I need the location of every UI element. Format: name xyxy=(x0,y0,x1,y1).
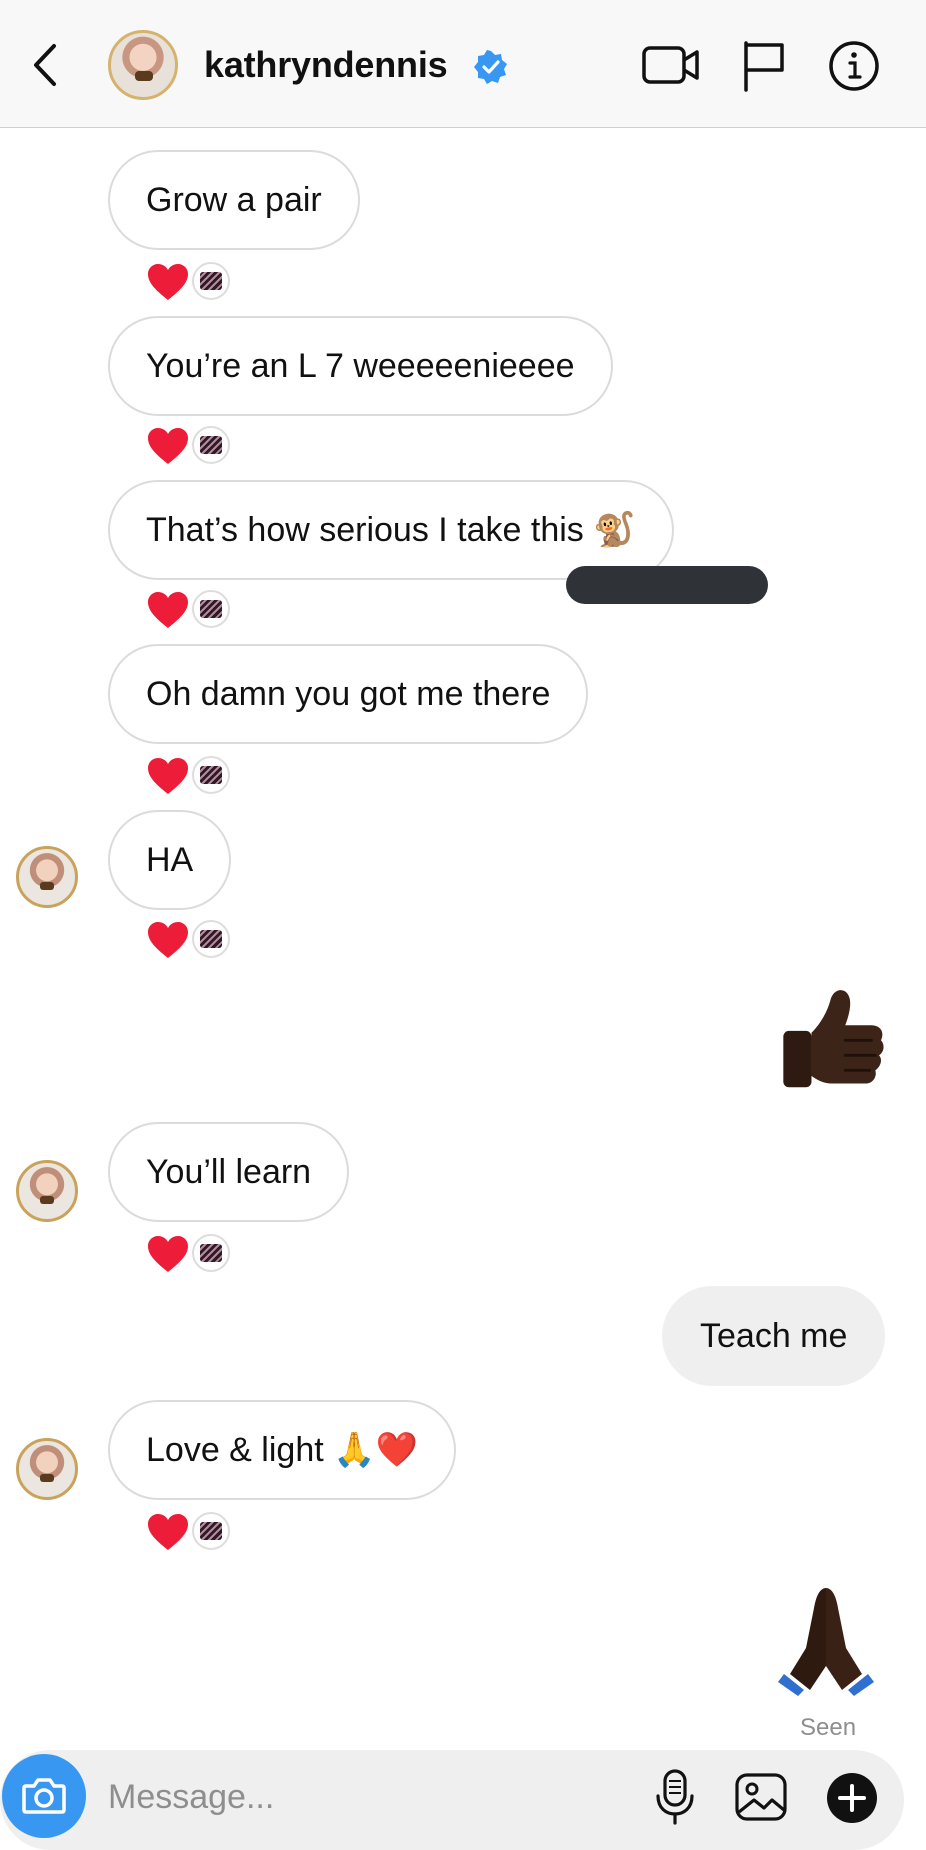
message-bubble[interactable]: HA xyxy=(108,810,232,910)
message-bubble[interactable]: Grow a pair xyxy=(108,150,360,250)
verified-badge-icon xyxy=(474,50,507,84)
reactor-avatar xyxy=(192,920,230,958)
back-chevron-icon[interactable] xyxy=(26,40,66,90)
plus-icon[interactable] xyxy=(826,1772,878,1824)
reactor-avatar xyxy=(192,1512,230,1550)
info-icon[interactable] xyxy=(828,40,880,92)
redaction-bar xyxy=(566,566,768,604)
gallery-icon[interactable] xyxy=(734,1772,788,1822)
reactor-avatar xyxy=(192,426,230,464)
sender-avatar[interactable] xyxy=(16,846,78,908)
chat-username[interactable]: kathryndennis xyxy=(204,44,448,86)
heart-reaction-icon xyxy=(148,264,188,300)
profile-avatar[interactable] xyxy=(108,30,178,100)
heart-reaction-icon xyxy=(148,428,188,464)
heart-reaction-icon xyxy=(148,1236,188,1272)
message-bubble[interactable]: That’s how serious I take this 🐒 xyxy=(108,480,674,580)
reactor-avatar xyxy=(192,590,230,628)
message-composer xyxy=(0,1750,904,1850)
sender-avatar[interactable] xyxy=(16,1160,78,1222)
microphone-icon[interactable] xyxy=(654,1768,696,1826)
heart-reaction-icon xyxy=(148,758,188,794)
sender-avatar[interactable] xyxy=(16,1438,78,1500)
flag-icon[interactable] xyxy=(740,40,788,92)
message-bubble[interactable]: You’re an L 7 weeeeenieeee xyxy=(108,316,613,416)
message-bubble[interactable]: You’ll learn xyxy=(108,1122,350,1222)
heart-reaction-icon xyxy=(148,592,188,628)
reactor-avatar xyxy=(192,262,230,300)
reactor-avatar xyxy=(192,1234,230,1272)
heart-reaction-icon xyxy=(148,1514,188,1550)
heart-reaction-icon xyxy=(148,922,188,958)
message-bubble[interactable]: Love & light 🙏❤️ xyxy=(108,1400,456,1500)
video-call-icon[interactable] xyxy=(642,44,700,86)
message-input[interactable] xyxy=(106,1766,530,1828)
camera-button[interactable] xyxy=(2,1754,86,1838)
message-bubble[interactable]: Oh damn you got me there xyxy=(108,644,589,744)
reactor-avatar xyxy=(192,756,230,794)
thumbs-up-emoji-icon[interactable] xyxy=(776,984,892,1106)
folded-hands-emoji-icon[interactable] xyxy=(776,1578,876,1698)
camera-icon xyxy=(22,1778,66,1814)
seen-status: Seen xyxy=(800,1714,857,1741)
sent-message-bubble[interactable]: Teach me xyxy=(662,1286,886,1386)
chat-header: kathryndennis xyxy=(0,0,926,128)
